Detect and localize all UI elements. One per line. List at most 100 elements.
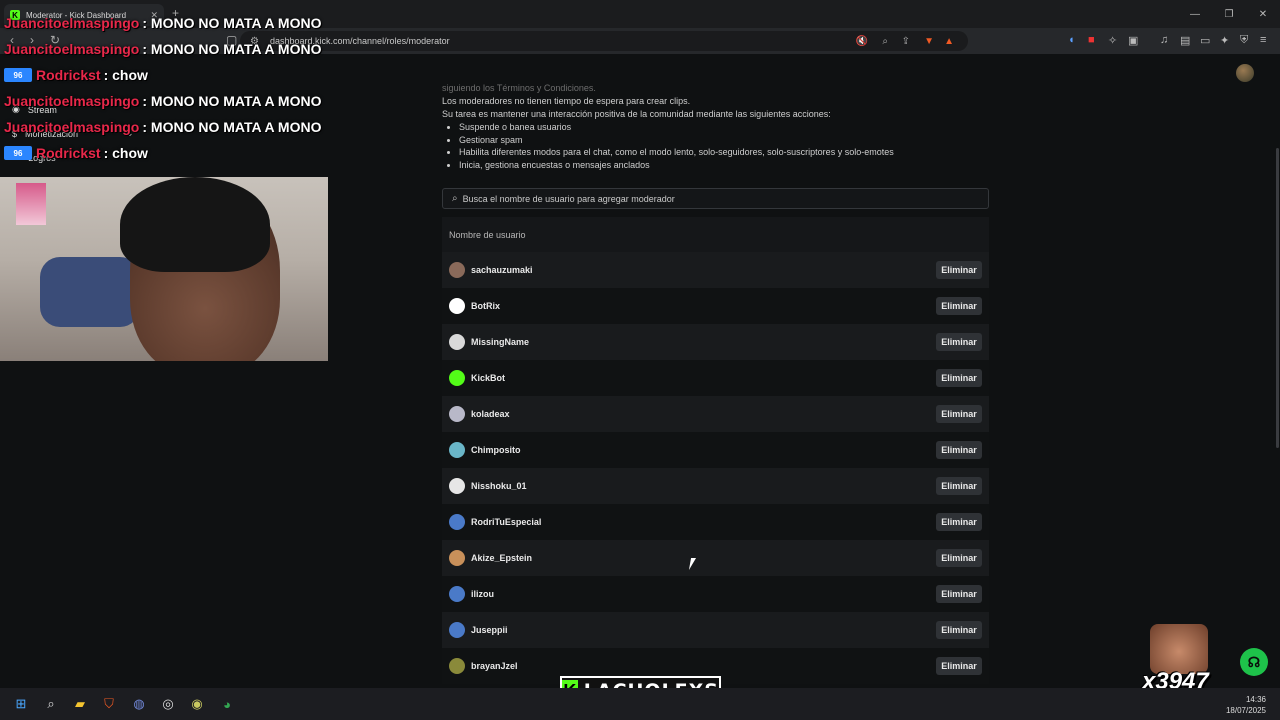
- remove-moderator-button[interactable]: Eliminar: [936, 657, 982, 675]
- webcam-feed: [0, 177, 328, 361]
- subscriber-badge-icon: 96: [4, 146, 32, 160]
- avatar: [449, 478, 465, 494]
- avatar: [449, 442, 465, 458]
- leo-ai-icon[interactable]: ✦: [1220, 34, 1229, 47]
- close-window-button[interactable]: ✕: [1246, 0, 1280, 28]
- table-row: RodriTuEspecial Eliminar: [442, 504, 989, 540]
- brave-shield-icon[interactable]: ▼: [924, 36, 934, 47]
- taskbar: ⊞ ⌕ ▰ ⛉ ◍ ◎ ◉ ◕ 14:36 18/07/2025: [0, 688, 1280, 720]
- brave-browser-icon[interactable]: ⛉: [100, 695, 118, 713]
- table-row: BotRix Eliminar: [442, 288, 989, 324]
- chrome-icon[interactable]: ◕: [218, 695, 236, 713]
- username: MissingName: [471, 337, 530, 347]
- avatar: [449, 622, 465, 638]
- avatar: [449, 514, 465, 530]
- screenshot-icon[interactable]: ▣: [1128, 34, 1138, 47]
- table-row: koladeax Eliminar: [442, 396, 989, 432]
- remove-moderator-button[interactable]: Eliminar: [936, 297, 982, 315]
- moderator-search[interactable]: ⌕: [442, 188, 989, 209]
- list-item: Inicia, gestiona encuestas o mensajes an…: [459, 159, 989, 172]
- intro-line-2: Su tarea es mantener una interacción pos…: [442, 109, 831, 119]
- chat-username: Juancitoelmaspingo: [4, 15, 140, 31]
- remove-moderator-button[interactable]: Eliminar: [936, 405, 982, 423]
- list-item: Suspende o banea usuarios: [459, 121, 989, 134]
- chat-username: Rodrickst: [36, 145, 101, 161]
- share-icon[interactable]: ⇪: [902, 36, 910, 47]
- app-icon[interactable]: ◉: [188, 695, 206, 713]
- wallet-icon[interactable]: ◖: [1068, 34, 1075, 46]
- wallet-panel-icon[interactable]: ▭: [1200, 34, 1210, 47]
- chat-text: : chow: [103, 145, 148, 161]
- chat-text: : chow: [103, 67, 148, 83]
- chat-message: Juancitoelmaspingo: MONO NO MATA A MONO: [4, 114, 344, 140]
- moderators-table: Nombre de usuario sachauzumaki Eliminar Bo…: [442, 217, 989, 684]
- zoom-icon[interactable]: ⌕: [882, 36, 888, 47]
- obs-icon[interactable]: ◎: [159, 695, 177, 713]
- page-scrollbar[interactable]: [1276, 148, 1279, 448]
- minimize-button[interactable]: —: [1178, 0, 1212, 28]
- username: Akize_Epstein: [471, 553, 533, 563]
- chat-text: : MONO NO MATA A MONO: [142, 41, 322, 57]
- extensions-icon[interactable]: ✧: [1108, 34, 1117, 47]
- remove-moderator-button[interactable]: Eliminar: [936, 441, 982, 459]
- subscriber-badge-icon: 96: [4, 68, 32, 82]
- media-icon[interactable]: ♫: [1160, 34, 1168, 46]
- vpn-icon[interactable]: ⛨: [1240, 34, 1248, 47]
- sidebar-toggle-icon[interactable]: ▤: [1180, 34, 1190, 47]
- clock-time: 14:36: [1245, 695, 1266, 704]
- remove-moderator-button[interactable]: Eliminar: [936, 549, 982, 567]
- table-row: Akize_Epstein Eliminar: [442, 540, 989, 576]
- username: brayanJzel: [471, 661, 518, 671]
- table-row: sachauzumaki Eliminar: [442, 252, 989, 288]
- background-clothes: [40, 257, 140, 327]
- streamer-hair: [120, 177, 270, 272]
- chat-message: Juancitoelmaspingo: MONO NO MATA A MONO: [4, 36, 344, 62]
- support-chat-button[interactable]: ☊: [1240, 648, 1268, 676]
- maximize-button[interactable]: ❐: [1212, 0, 1246, 28]
- wall-poster: [16, 183, 46, 225]
- remove-moderator-button[interactable]: Eliminar: [936, 477, 982, 495]
- news-extension-icon[interactable]: ■: [1088, 34, 1095, 46]
- chat-message: Juancitoelmaspingo: MONO NO MATA A MONO: [4, 88, 344, 114]
- chat-text: : MONO NO MATA A MONO: [142, 93, 322, 109]
- mute-icon[interactable]: 🔇: [856, 36, 868, 47]
- remove-moderator-button[interactable]: Eliminar: [936, 621, 982, 639]
- chat-message: Juancitoelmaspingo: MONO NO MATA A MONO: [4, 10, 344, 36]
- username: RodriTuEspecial: [471, 517, 542, 527]
- mouse-cursor-icon: [688, 558, 702, 570]
- table-row: Juseppii Eliminar: [442, 612, 989, 648]
- list-item: Gestionar spam: [459, 134, 989, 147]
- search-input[interactable]: [462, 193, 963, 204]
- username: Juseppii: [471, 625, 508, 635]
- brave-rewards-icon[interactable]: ▲: [944, 36, 954, 47]
- chat-username: Rodrickst: [36, 67, 101, 83]
- window-controls: — ❐ ✕: [1178, 0, 1280, 28]
- avatar: [449, 298, 465, 314]
- actions-list: Suspende o banea usuarios Gestionar spam…: [442, 121, 989, 172]
- avatar: [449, 658, 465, 674]
- chat-username: Juancitoelmaspingo: [4, 119, 140, 135]
- table-header: Nombre de usuario: [442, 217, 989, 252]
- user-avatar[interactable]: [1236, 64, 1254, 82]
- stream-chat-overlay: Juancitoelmaspingo: MONO NO MATA A MONO J…: [4, 10, 344, 166]
- search-icon[interactable]: ⌕: [42, 695, 60, 713]
- table-row: MissingName Eliminar: [442, 324, 989, 360]
- chat-username: Juancitoelmaspingo: [4, 93, 140, 109]
- remove-moderator-button[interactable]: Eliminar: [936, 513, 982, 531]
- remove-moderator-button[interactable]: Eliminar: [936, 369, 982, 387]
- remove-moderator-button[interactable]: Eliminar: [936, 585, 982, 603]
- list-item: Habilita diferentes modos para el chat, …: [459, 146, 989, 159]
- remove-moderator-button[interactable]: Eliminar: [936, 333, 982, 351]
- remove-moderator-button[interactable]: Eliminar: [936, 261, 982, 279]
- system-clock[interactable]: 14:36 18/07/2025: [1226, 694, 1266, 716]
- discord-icon[interactable]: ◍: [130, 695, 148, 713]
- file-explorer-icon[interactable]: ▰: [71, 695, 89, 713]
- username: sachauzumaki: [471, 265, 533, 275]
- address-bar[interactable]: ⚙ dashboard.kick.com/channel/roles/moder…: [240, 31, 968, 51]
- menu-icon[interactable]: ≡: [1260, 34, 1266, 46]
- avatar: [449, 586, 465, 602]
- table-row: ilizou Eliminar: [442, 576, 989, 612]
- intro-line-0: siguiendo los Términos y Condiciones.: [442, 83, 596, 93]
- windows-start-icon[interactable]: ⊞: [12, 695, 30, 713]
- table-row: Chimposito Eliminar: [442, 432, 989, 468]
